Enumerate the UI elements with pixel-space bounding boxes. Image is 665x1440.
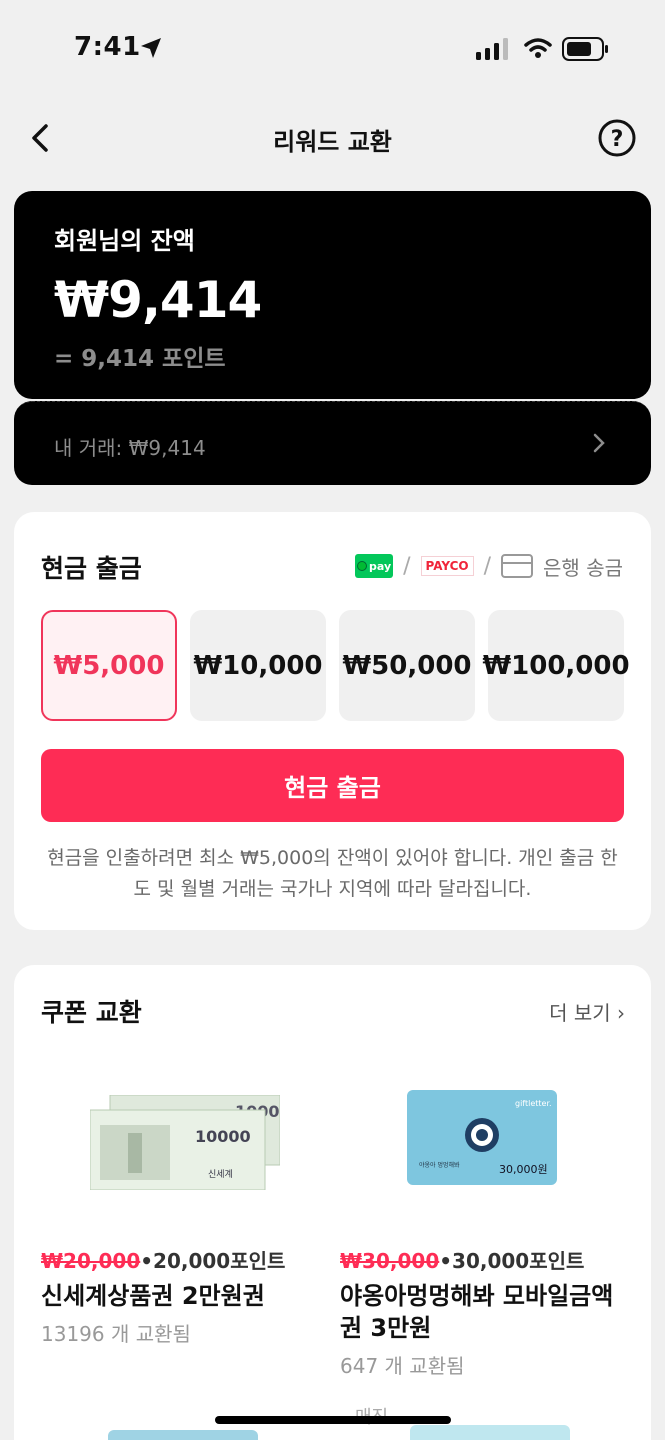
giftletter-card-image[interactable]: giftletter. 야옹아 멍멍해봐 30,000원: [407, 1090, 557, 1185]
amount-option-50000[interactable]: ₩50,000: [339, 610, 475, 721]
svg-text:?: ?: [611, 127, 624, 152]
cash-withdraw-button[interactable]: 현금 출금: [41, 749, 624, 822]
coupon-item-giftletter[interactable]: ₩30,000•30,000포인트 야옹아멍멍해봐 모바일금액권 3만원 647…: [340, 1245, 630, 1379]
exchange-count: 13196 개 교환됨: [41, 1322, 191, 1346]
exchange-count: 647 개 교환됨: [340, 1354, 465, 1378]
npay-logo: pay: [355, 554, 394, 578]
page-title: 리워드 교환: [273, 128, 392, 156]
payco-logo: PAYCO: [420, 556, 474, 576]
cellular-signal-icon: [476, 38, 508, 60]
product-name: 야옹아멍멍해봐 모바일금액권 3만원: [340, 1282, 614, 1342]
price-line: ₩20,000•20,000포인트: [41, 1245, 331, 1274]
svg-text:30,000원: 30,000원: [499, 1163, 548, 1176]
next-coupon-image-peek[interactable]: [410, 1425, 570, 1440]
chevron-right-icon: [593, 433, 605, 453]
cash-withdraw-card: 현금 출금 pay / PAYCO / 은행 송금 ₩5,000 ₩10,000…: [14, 512, 651, 930]
coupon-exchange-card: 쿠폰 교환 더 보기 › 10000 10000 신세계 giftletter.…: [14, 965, 651, 1440]
battery-icon: [562, 37, 608, 61]
payment-methods: pay / PAYCO / 은행 송금: [355, 552, 623, 580]
status-time: 7:41: [74, 32, 141, 62]
original-price: ₩30,000: [340, 1249, 440, 1273]
help-icon[interactable]: ?: [597, 118, 637, 158]
bank-transfer-label: 은행 송금: [543, 555, 623, 580]
status-bar: 7:41: [0, 0, 665, 100]
svg-text:10000: 10000: [195, 1127, 251, 1146]
transactions-label: 내 거래: ₩9,414: [54, 436, 206, 460]
cash-withdraw-title: 현금 출금: [41, 554, 142, 583]
bank-card-icon: [501, 554, 534, 578]
home-indicator[interactable]: [215, 1416, 451, 1424]
balance-card: 회원님의 잔액 ₩9,414 = 9,414 포인트: [14, 191, 651, 399]
shinsegae-voucher-image[interactable]: 10000 10000 신세계: [90, 1095, 280, 1190]
see-more-link[interactable]: 더 보기 ›: [549, 997, 625, 1026]
withdraw-notice: 현금을 인출하려면 최소 ₩5,000의 잔액이 있어야 합니다. 개인 출금 …: [47, 847, 618, 900]
balance-label: 회원님의 잔액: [54, 227, 195, 255]
svg-text:신세계: 신세계: [208, 1168, 233, 1180]
next-coupon-image-peek[interactable]: [108, 1430, 258, 1440]
points-price: •20,000포인트: [140, 1249, 286, 1273]
coupon-exchange-title: 쿠폰 교환: [41, 998, 142, 1027]
svg-text:giftletter.: giftletter.: [515, 1099, 552, 1108]
amount-option-5000[interactable]: ₩5,000: [41, 610, 177, 721]
amount-option-10000[interactable]: ₩10,000: [190, 610, 326, 721]
svg-text:야옹아 멍멍해봐: 야옹아 멍멍해봐: [419, 1161, 460, 1169]
points-price: •30,000포인트: [439, 1249, 585, 1273]
balance-points: = 9,414 포인트: [54, 346, 226, 372]
location-arrow-icon: [141, 38, 161, 58]
product-name: 신세계상품권 2만원권: [41, 1282, 265, 1310]
amount-option-100000[interactable]: ₩100,000: [482, 610, 630, 721]
coupon-item-shinsegae[interactable]: ₩20,000•20,000포인트 신세계상품권 2만원권 13196 개 교환…: [41, 1245, 331, 1347]
wifi-icon: [524, 38, 552, 58]
my-transactions-row[interactable]: 내 거래: ₩9,414: [14, 401, 651, 485]
balance-amount: ₩9,414: [54, 271, 262, 329]
price-line: ₩30,000•30,000포인트: [340, 1245, 630, 1274]
original-price: ₩20,000: [41, 1249, 141, 1273]
app-header: 리워드 교환 ?: [0, 110, 665, 166]
